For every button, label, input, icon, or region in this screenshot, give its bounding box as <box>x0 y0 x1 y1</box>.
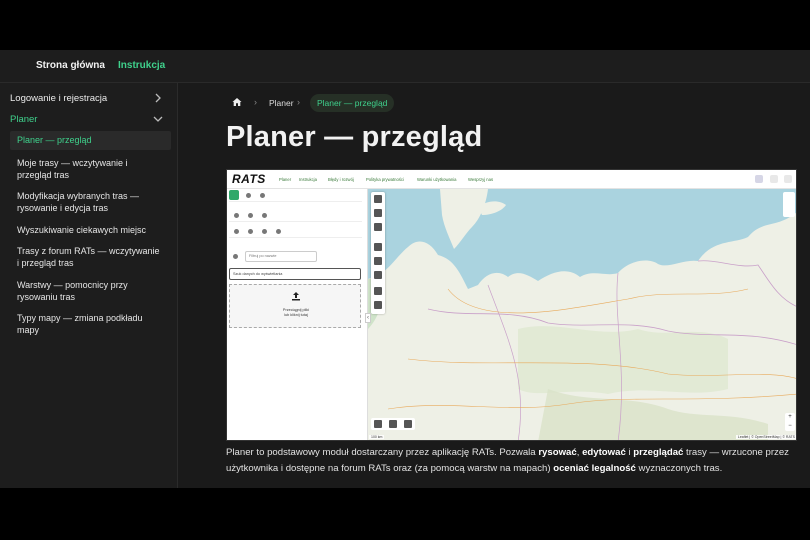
breadcrumb-separator: › <box>297 97 300 107</box>
map-draw-toolbar <box>371 192 385 314</box>
sidebar-item-search-places[interactable]: Wyszukiwanie ciekawych miejsc <box>10 224 171 236</box>
description-bold: przeglądać <box>633 447 684 458</box>
sidebar-group-login[interactable]: Logowanie i rejestracja <box>10 93 170 104</box>
draw-tool-icon[interactable] <box>374 271 382 279</box>
map-bottom-toolbar <box>371 418 415 430</box>
filter-icon <box>233 254 238 259</box>
expand-icon <box>248 229 253 234</box>
drop-text: Przeciągnij pliki <box>282 308 310 312</box>
app-menu-item: Błędy i rozwój <box>328 177 354 182</box>
collapse-panel-icon: ‹ <box>365 313 371 323</box>
app-menu-item: Wesprzyj nas <box>468 177 494 182</box>
chevron-down-icon <box>153 116 163 122</box>
description-bold: rysować <box>538 447 577 458</box>
eye-icon <box>248 213 253 218</box>
list-icon <box>229 190 239 200</box>
tab-icon <box>246 193 251 198</box>
theme-icon <box>784 175 792 183</box>
draw-tool-icon[interactable] <box>374 195 382 203</box>
app-header: RATS Planer Instrukcja Błędy i rozwój Po… <box>227 170 796 189</box>
breadcrumb-separator: › <box>254 97 257 107</box>
rats-logo: RATS <box>232 172 266 186</box>
collapse-icon <box>262 229 267 234</box>
home-icon[interactable] <box>232 97 242 107</box>
description-text: Planer to podstawowy moduł dostarczany p… <box>226 447 539 458</box>
panel-toolbar <box>229 225 362 238</box>
app-menu-item: Polityka prywatności <box>366 177 404 182</box>
panel-toolbar <box>229 209 362 222</box>
sidebar-item-forum-routes[interactable]: Trasy z forum RATs — wczytywanie i przeg… <box>10 245 171 269</box>
tool-icon[interactable] <box>374 420 382 428</box>
draw-tool-icon[interactable] <box>374 223 382 231</box>
warning-icon <box>234 213 239 218</box>
sidebar-item-map-types[interactable]: Typy mapy — zmiana podkładu mapy <box>10 312 171 336</box>
circle-icon <box>262 213 267 218</box>
description-paragraph: Planer to podstawowy moduł dostarczany p… <box>226 445 801 477</box>
pencil-icon <box>234 229 239 234</box>
zoom-out-button[interactable]: − <box>785 422 795 431</box>
layers-icon[interactable] <box>783 192 795 217</box>
main-content: › Planer › Planer — przegląd Planer — pr… <box>178 83 810 488</box>
top-nav: Strona główna Instrukcja <box>0 50 810 83</box>
description-text: wyznaczonych tras. <box>635 463 723 474</box>
tool-icon[interactable] <box>404 420 412 428</box>
search-input: Szuk danych do wyświetlania <box>229 268 361 280</box>
file-drop-zone: Przeciągnij pliki lub kliknij tutaj <box>229 284 361 328</box>
chevron-right-icon <box>155 93 161 103</box>
nav-link-instructions[interactable]: Instrukcja <box>118 60 165 71</box>
panel-tabs <box>229 189 362 202</box>
draw-tool-icon[interactable] <box>374 243 382 251</box>
planner-screenshot: RATS Planer Instrukcja Błędy i rozwój Po… <box>226 169 797 441</box>
app-menu-item: Warunki użytkowania <box>417 177 457 182</box>
zoom-in-button[interactable]: + <box>785 413 795 422</box>
map-attribution: Leaflet | © OpenStreetMap | © RATS <box>735 435 796 439</box>
sidebar-item-my-routes[interactable]: Moje trasy — wczytywanie i przegląd tras <box>10 157 171 181</box>
nav-link-home[interactable]: Strona główna <box>36 60 105 71</box>
map-view: + − 100 km Leaflet | © OpenStreetMap | ©… <box>368 189 796 440</box>
tool-icon[interactable] <box>389 420 397 428</box>
draw-tool-icon[interactable] <box>374 301 382 309</box>
breadcrumb-current: Planer — przegląd <box>310 94 395 112</box>
map-tiles <box>368 189 796 440</box>
draw-tool-icon[interactable] <box>374 209 382 217</box>
draw-tool-icon[interactable] <box>374 257 382 265</box>
tab-icon <box>260 193 265 198</box>
map-scale: 100 km <box>369 435 385 439</box>
gear-icon <box>770 175 778 183</box>
description-bold: edytować <box>582 447 626 458</box>
description-bold: oceniać legalność <box>553 463 636 474</box>
sidebar-group-label: Planer <box>10 114 38 125</box>
app-menu-item: Instrukcja <box>299 177 317 182</box>
sidebar-group-label: Logowanie i rejestracja <box>10 93 108 104</box>
filter-input: Filtruj po nazwie <box>245 251 317 262</box>
sidebar: Logowanie i rejestracja Planer Planer — … <box>0 83 178 488</box>
trash-icon <box>276 229 281 234</box>
sidebar-item-layers[interactable]: Warstwy — pomocnicy przy rysowaniu tras <box>10 279 171 303</box>
zoom-control: + − <box>785 413 795 431</box>
draw-tool-icon[interactable] <box>374 287 382 295</box>
upload-icon <box>292 292 300 301</box>
user-icon <box>755 175 763 183</box>
sidebar-item-planer-overview[interactable]: Planer — przegląd <box>10 131 171 150</box>
breadcrumb-planer[interactable]: Planer <box>269 98 294 108</box>
drop-text: lub kliknij tutaj <box>284 313 308 317</box>
sidebar-item-modify-routes[interactable]: Modyfikacja wybranych tras — rysowanie i… <box>10 190 171 214</box>
page-title: Planer — przegląd <box>226 121 483 153</box>
app-left-panel: Filtruj po nazwie Szuk danych do wyświet… <box>227 189 368 440</box>
sidebar-group-planer[interactable]: Planer <box>10 114 170 125</box>
app-menu-item: Planer <box>279 177 292 182</box>
